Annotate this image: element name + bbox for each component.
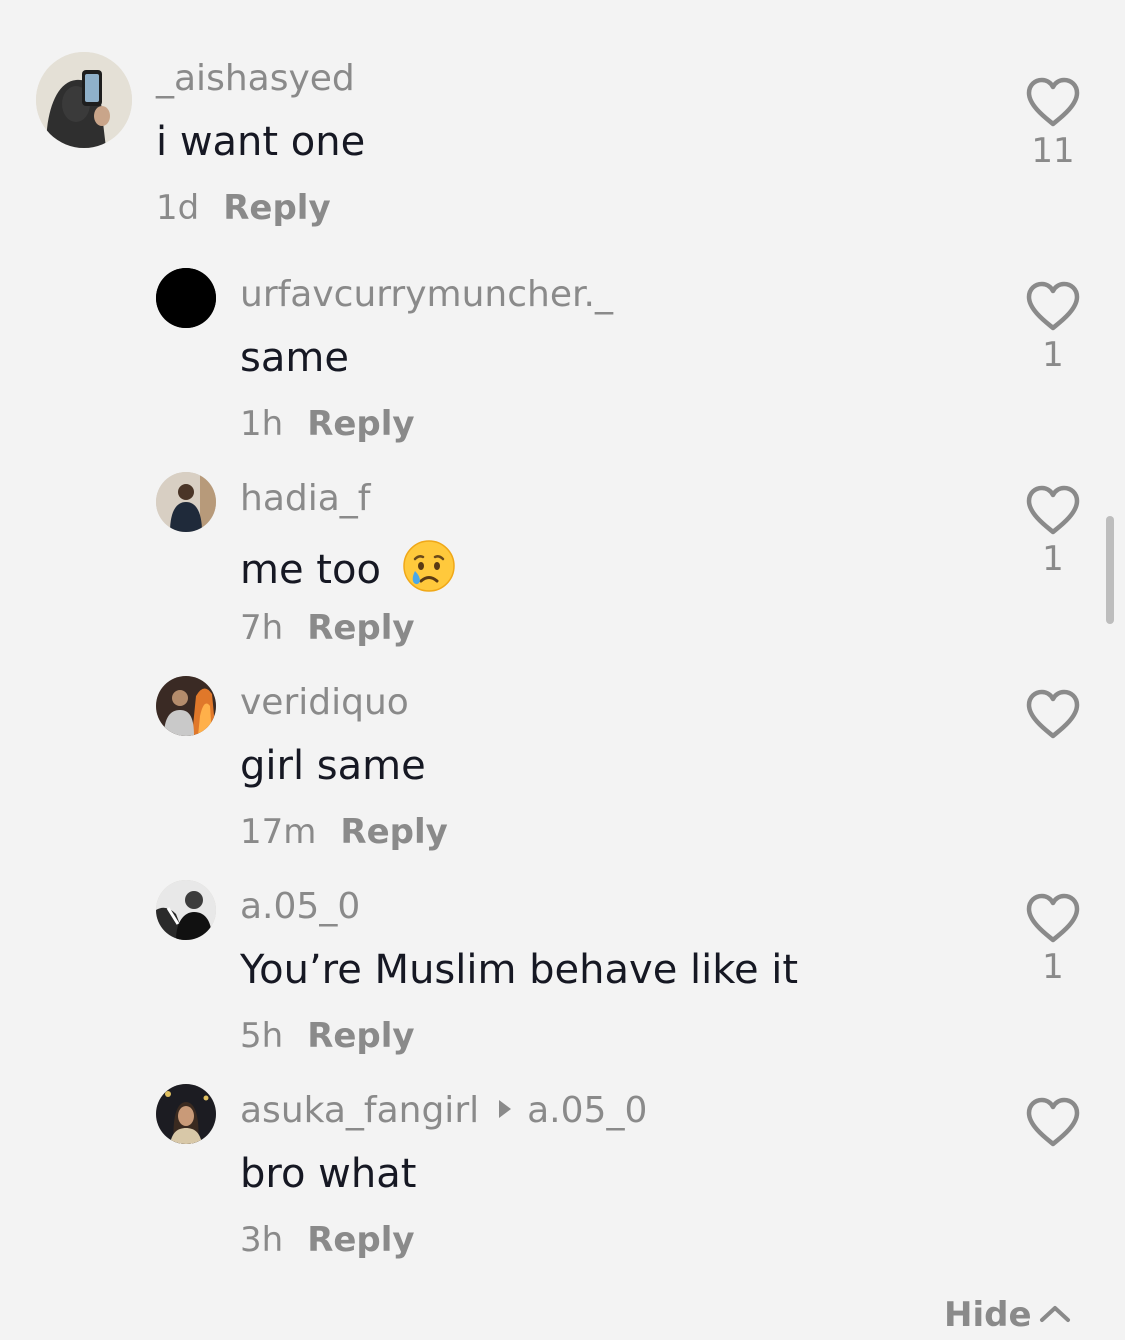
reply-button[interactable]: Reply [340,812,447,852]
hide-label: Hide [944,1295,1032,1335]
comment-text-content: me too [240,547,381,593]
selfie-avatar-icon [36,52,132,148]
comment-timestamp: 7h [240,608,284,648]
comment-username[interactable]: hadia_f [240,481,370,517]
person-dark-avatar-icon [156,1084,216,1144]
reply-button[interactable]: Reply [223,188,330,228]
avatar[interactable] [156,472,216,532]
comment-username[interactable]: a.05_0 [240,889,360,925]
comment-text: same [240,335,349,381]
comment-text: bro what [240,1151,417,1197]
comment-meta: 5h Reply [240,1019,415,1053]
comment-meta: 3h Reply [240,1223,415,1257]
reply-button[interactable]: Reply [307,1016,414,1056]
reply-button[interactable]: Reply [307,608,414,648]
avatar[interactable] [156,1084,216,1144]
comment-username[interactable]: veridiquo [240,685,409,721]
reply-to-username[interactable]: a.05_0 [527,1090,647,1131]
comment-timestamp: 5h [240,1016,284,1056]
chevron-up-icon [1039,1305,1070,1322]
reply-arrow-icon [499,1100,512,1118]
hide-replies-button[interactable]: Hide [944,1298,1072,1332]
comment-meta: 17m Reply [240,815,448,849]
heart-icon [1026,893,1080,943]
like-button[interactable]: 1 [1016,892,1090,984]
like-count: 1 [1042,947,1064,987]
like-button[interactable]: 1 [1016,484,1090,576]
comment-username[interactable]: urfavcurrymuncher._ [240,277,613,313]
heart-icon [1026,77,1080,127]
comment-text: You’re Muslim behave like it [240,947,799,993]
avatar[interactable] [156,676,216,736]
like-count: 1 [1042,539,1064,579]
comment-meta: 1d Reply [156,191,331,225]
avatar[interactable] [36,52,132,148]
avatar[interactable] [156,880,216,940]
reply-button[interactable]: Reply [307,1220,414,1260]
comment-username: asuka_fangirl a.05_0 [240,1093,647,1129]
comment-text: girl same [240,743,426,789]
person-avatar-icon [156,472,216,532]
comment-timestamp: 1d [156,188,200,228]
crying-face-icon [402,540,455,592]
comment-author[interactable]: asuka_fangirl [240,1090,479,1131]
like-button[interactable]: 11 [1016,76,1090,168]
scrollbar[interactable] [1106,516,1114,624]
reply-button[interactable]: Reply [307,404,414,444]
like-button[interactable] [1016,1096,1090,1154]
like-button[interactable] [1016,688,1090,746]
comment-meta: 7h Reply [240,611,415,645]
like-count: 11 [1031,131,1075,171]
like-count: 1 [1042,335,1064,375]
bw-person-avatar-icon [156,880,216,940]
like-button[interactable]: 1 [1016,280,1090,372]
comment-text: i want one [156,119,366,165]
avatar[interactable] [156,268,216,328]
comment-username[interactable]: _aishasyed [156,61,355,97]
person-fire-avatar-icon [156,676,216,736]
comment-text: me too [240,540,456,599]
comment-timestamp: 1h [240,404,284,444]
heart-icon [1026,281,1080,331]
heart-icon [1026,485,1080,535]
comment-timestamp: 17m [240,812,317,852]
comment-timestamp: 3h [240,1220,284,1260]
black-circle-avatar-icon [156,268,216,328]
heart-icon [1026,689,1080,739]
comment-meta: 1h Reply [240,407,415,441]
heart-icon [1026,1097,1080,1147]
